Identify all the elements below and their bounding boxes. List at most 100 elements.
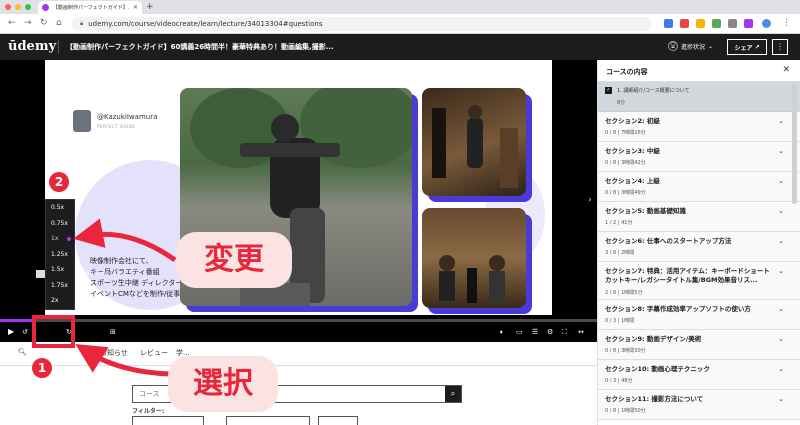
browser-menu-icon[interactable]: ⋮ bbox=[782, 18, 791, 29]
home-icon[interactable]: ⌂ bbox=[56, 18, 62, 29]
section-item[interactable]: セクション6: 仕事へのスタートアップ方法 3 / 6 | 2時間 ⌄ bbox=[598, 232, 800, 262]
section-meta: 1 / 2 | 41分 bbox=[605, 220, 633, 226]
volume-icon[interactable]: 🔈︎ bbox=[500, 327, 504, 337]
tab-announcements[interactable]: お知らせ bbox=[100, 348, 128, 358]
fullscreen-icon[interactable]: ⛶ bbox=[562, 327, 567, 337]
section-item[interactable]: セクション7: 特典：活用アイテム：キーボードショートカットキー/レガシータイト… bbox=[598, 262, 800, 300]
maximize-window-icon[interactable] bbox=[25, 4, 31, 10]
share-button[interactable]: シェア ↗ bbox=[727, 39, 767, 55]
studio-image bbox=[432, 105, 518, 188]
speed-option-label: 0.75x bbox=[51, 219, 68, 227]
section-item[interactable]: セクション11: 撮影方法について 0 / 8 | 1時間50分 ⌄ bbox=[598, 390, 800, 420]
udemy-logo[interactable]: ūdemy bbox=[8, 39, 56, 54]
lecture-duration: 8分 bbox=[617, 100, 626, 106]
tab-close-icon[interactable]: ✕ bbox=[133, 4, 138, 11]
section-name: セクション8: 字幕作成効率アップソフトの使い方 bbox=[605, 305, 751, 313]
speed-option[interactable]: 0.75x bbox=[46, 216, 74, 232]
section-item[interactable]: セクション5: 動画基礎知識 1 / 2 | 41分 ⌄ bbox=[598, 202, 800, 232]
back-icon[interactable]: ← bbox=[8, 18, 16, 29]
time-display: 0:14 / 3:38 bbox=[76, 270, 109, 277]
speed-option[interactable]: 1.25x bbox=[46, 247, 74, 263]
highlight-box bbox=[32, 315, 75, 348]
profile-avatar-icon[interactable] bbox=[762, 19, 771, 28]
section-name: セクション9: 動画デザイン/美術 bbox=[605, 335, 702, 343]
section-name: セクション4: 上級 bbox=[605, 177, 660, 185]
url-field[interactable]: 🔒︎ udemy.com/course/videocreate/learn/le… bbox=[72, 17, 652, 31]
tab-reviews[interactable]: レビュー bbox=[140, 348, 168, 358]
header-divider bbox=[58, 40, 59, 54]
section-item[interactable]: セクション10: 動画心理テクニック 0 / 3 | 48分 ⌄ bbox=[598, 360, 800, 390]
progress-bar[interactable] bbox=[0, 319, 597, 322]
lock-icon: 🔒︎ bbox=[80, 20, 84, 27]
sidebar-scrollbar[interactable] bbox=[792, 84, 797, 204]
browser-tab[interactable]: 【動画制作パーフェクトガイド】... ✕ bbox=[38, 1, 142, 14]
speed-option-label: 2x bbox=[51, 297, 59, 305]
section-item[interactable]: セクション4: 上級 0 / 8 | 3時間49分 ⌄ bbox=[598, 172, 800, 202]
search-icon[interactable]: ⌕ bbox=[445, 386, 461, 402]
expand-icon[interactable]: ↔ bbox=[578, 327, 584, 337]
udemy-favicon-icon bbox=[42, 4, 49, 11]
play-icon[interactable]: ▶ bbox=[8, 327, 14, 337]
checkbox-checked-icon[interactable]: ✓ bbox=[605, 87, 612, 94]
section-item[interactable]: セクション2: 初級 0 / 8 | 7時間26分 ⌄ bbox=[598, 112, 800, 142]
transcript-icon[interactable]: ☰ bbox=[532, 327, 538, 337]
speed-option-label: 0.5x bbox=[51, 204, 65, 212]
speed-option[interactable]: 1.75x bbox=[46, 278, 74, 294]
video-player[interactable]: @KazukiIwamura PERFECT GUIDE 映像制作会社にて、 キ… bbox=[0, 60, 597, 342]
extension-icon[interactable] bbox=[728, 19, 737, 28]
player-controls: ▶ ↺ ↻ ⊞ 🔈︎ ▭ ☰ ⚙ ⛶ ↔ bbox=[0, 315, 597, 342]
photo-studio bbox=[422, 88, 526, 196]
new-tab-icon[interactable]: + bbox=[146, 2, 154, 12]
close-icon[interactable]: ✕ bbox=[782, 65, 790, 75]
reload-icon[interactable]: ↻ bbox=[40, 18, 48, 29]
tab-search-icon[interactable]: 🔍︎ bbox=[18, 348, 27, 356]
extension-icon[interactable] bbox=[680, 19, 689, 28]
progress-button[interactable]: 🏆︎ 進捗状況 ⌄ bbox=[668, 41, 713, 51]
speed-option-selected[interactable]: 1x bbox=[46, 231, 74, 247]
filter-dropdown[interactable] bbox=[132, 416, 204, 425]
section-name: セクション11: 撮影方法について bbox=[605, 395, 704, 403]
section-name: セクション3: 中級 bbox=[605, 147, 660, 155]
callout-select: 選択 bbox=[168, 356, 278, 412]
forward-icon[interactable]: → bbox=[24, 18, 32, 29]
speed-option[interactable]: 2x bbox=[46, 293, 74, 309]
guide-label: PERFECT GUIDE bbox=[97, 124, 136, 129]
bookmark-icon[interactable]: ⊞ bbox=[110, 327, 116, 337]
close-window-icon[interactable] bbox=[5, 4, 11, 10]
captions-icon[interactable]: ▭ bbox=[516, 327, 523, 337]
more-options-button[interactable]: ⋮ bbox=[772, 39, 788, 55]
udemy-header: ūdemy 【動画制作パーフェクトガイド】60講義26時間半！豪華特典あり！動画… bbox=[0, 34, 800, 60]
section-item[interactable]: セクション3: 中級 0 / 8 | 3時間42分 ⌄ bbox=[598, 142, 800, 172]
section-meta: 3 / 6 | 2時間 bbox=[605, 250, 635, 256]
step-badge: 1 bbox=[32, 358, 52, 378]
minimize-window-icon[interactable] bbox=[15, 4, 21, 10]
window-controls bbox=[5, 4, 31, 10]
section-item[interactable]: セクション8: 字幕作成効率アップソフトの使い方 0 / 3 | 1時間 ⌄ bbox=[598, 300, 800, 330]
progress-fill bbox=[0, 319, 36, 322]
callout-change: 変更 bbox=[176, 232, 292, 288]
chevron-down-icon: ⌄ bbox=[778, 305, 784, 313]
speed-option[interactable]: 0.5x bbox=[46, 200, 74, 216]
filter-dropdown[interactable] bbox=[226, 416, 310, 425]
rewind-icon[interactable]: ↺ bbox=[22, 327, 28, 337]
photo-recording bbox=[422, 208, 526, 308]
chevron-down-icon: ⌄ bbox=[778, 147, 784, 155]
extension-icon[interactable] bbox=[664, 19, 673, 28]
sidebar-title: コースの内容 bbox=[606, 68, 648, 76]
chevron-down-icon: ⌄ bbox=[778, 177, 784, 185]
section-meta: 0 / 3 | 1時間 bbox=[605, 318, 635, 324]
chevron-down-icon: ⌄ bbox=[778, 237, 784, 245]
extension-icon[interactable] bbox=[744, 19, 753, 28]
extension-icon[interactable] bbox=[696, 19, 705, 28]
extension-icon[interactable] bbox=[712, 19, 721, 28]
lecture-item[interactable]: ✓ 1. 講師紹介/コース概要について 8分 bbox=[598, 82, 800, 112]
selected-dot-icon bbox=[67, 236, 71, 241]
chevron-right-icon[interactable]: › bbox=[585, 193, 595, 207]
section-name: セクション6: 仕事へのスタートアップ方法 bbox=[605, 237, 732, 245]
course-title[interactable]: 【動画制作パーフェクトガイド】60講義26時間半！豪華特典あり！動画編集,撮影.… bbox=[66, 42, 334, 52]
speed-option[interactable]: 1.5x bbox=[46, 262, 74, 278]
filter-dropdown[interactable] bbox=[318, 416, 358, 425]
settings-icon[interactable]: ⚙ bbox=[547, 327, 553, 337]
section-item[interactable]: セクション9: 動画デザイン/美術 0 / 8 | 3時間30分 ⌄ bbox=[598, 330, 800, 360]
filter-label: フィルター: bbox=[132, 408, 165, 415]
